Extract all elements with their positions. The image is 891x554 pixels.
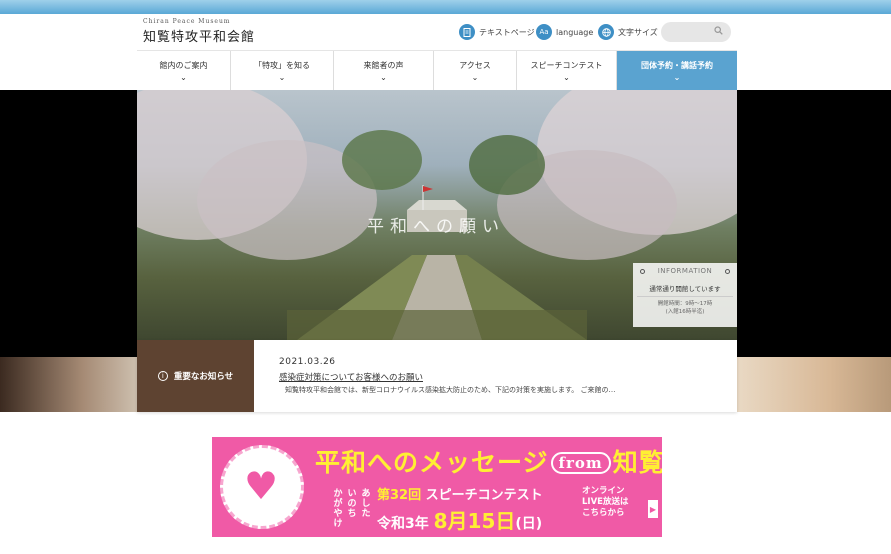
text-page-link[interactable]: テキストページ <box>459 22 535 42</box>
search-input[interactable] <box>661 22 731 42</box>
nav-item-label: 「特攻」を知る <box>254 61 310 70</box>
nav-item-label: アクセス <box>459 61 491 70</box>
chevron-down-icon: ⌄ <box>673 73 681 82</box>
hero-side-image-right <box>737 357 891 412</box>
banner-title-from: from <box>550 452 611 474</box>
date-era: 令和3年 <box>377 516 429 532</box>
information-heading: INFORMATION <box>657 267 713 275</box>
banner-vertical-text: かがやけ <box>333 489 343 529</box>
global-nav: 館内のご案内 ⌄ 「特攻」を知る ⌄ 来館者の声 ⌄ アクセス ⌄ スピーチコン… <box>137 50 737 91</box>
nav-item-voices[interactable]: 来館者の声 ⌄ <box>334 51 434 91</box>
hours-last-entry: (入館16時半迄) <box>665 309 705 315</box>
information-hours: 開館時間：9時～17時 (入館16時半迄) <box>633 300 737 316</box>
nav-item-label: スピーチコンテスト <box>530 61 603 70</box>
banner-vertical-text: あした <box>361 489 371 519</box>
globe-icon <box>598 24 614 40</box>
top-accent-bar <box>0 0 891 14</box>
nav-item-tokko[interactable]: 「特攻」を知る ⌄ <box>231 51 334 91</box>
hours-line: 開館時間：9時～17時 <box>657 301 713 307</box>
nav-item-group-reservation[interactable]: 団体予約・講話予約 ⌄ <box>617 51 737 91</box>
hero-title: 平和への願い <box>367 217 505 237</box>
banner-title: 平和へのメッセージ from 知覧 <box>315 443 662 479</box>
banner-live-link[interactable]: オンライン LIVE放送は こちらから ▶ <box>582 486 660 519</box>
nav-item-label: 団体予約・講話予約 <box>641 61 713 70</box>
arrow-right-icon: ▶ <box>648 500 658 518</box>
speech-contest-banner[interactable]: ♥ 平和へのメッセージ from 知覧 あした いのち かがやけ 第32回 スピーチ… <box>212 437 662 537</box>
nav-item-guide[interactable]: 館内のご案内 ⌄ <box>137 51 231 91</box>
language-icon: Aa <box>536 24 552 40</box>
search-icon[interactable] <box>714 26 723 38</box>
chevron-down-icon: ⌄ <box>471 73 479 82</box>
site-logo[interactable]: Chiran Peace Museum 知覧特攻平和会館 <box>143 18 255 45</box>
information-status: 通常通り開館しています <box>637 279 733 297</box>
language-label: language <box>556 27 594 37</box>
notice-label: i 重要なお知らせ <box>137 340 254 412</box>
banner-title-place: 知覧 <box>612 448 662 477</box>
nav-item-speech-contest[interactable]: スピーチコンテスト ⌄ <box>517 51 617 91</box>
notice-summary: 知覧特攻平和会館では、新型コロナウイルス感染拡大防止のため、下記の対策を実施しま… <box>285 386 616 394</box>
contest-title: スピーチコンテスト <box>425 488 543 503</box>
nav-item-access[interactable]: アクセス ⌄ <box>434 51 517 91</box>
language-link[interactable]: Aa language <box>536 22 593 42</box>
chevron-down-icon: ⌄ <box>563 73 570 82</box>
info-icon: i <box>157 371 168 381</box>
bullet-icon <box>724 268 730 274</box>
heart-hands-icon: ♥ <box>244 464 279 508</box>
date-day: 8月15日 <box>433 509 516 533</box>
bullet-icon <box>640 268 645 274</box>
contest-edition: 第32回 <box>377 488 422 503</box>
banner-date: 令和3年 8月15日(日) <box>377 505 542 534</box>
hero-side-image-left <box>0 357 137 412</box>
logo-japanese: 知覧特攻平和会館 <box>143 30 256 45</box>
important-notice: i 重要なお知らせ 2021.03.26 感染症対策についてお客様へのお願い 知… <box>137 340 737 412</box>
nav-item-label: 来館者の声 <box>363 61 404 70</box>
site-header: Chiran Peace Museum 知覧特攻平和会館 テキストページ Aa … <box>0 14 891 50</box>
logo-english: Chiran Peace Museum <box>143 18 231 25</box>
banner-title-main: 平和へのメッセージ <box>315 448 549 477</box>
banner-vertical-text: いのち <box>347 489 357 519</box>
chevron-down-icon: ⌄ <box>380 73 387 82</box>
nav-item-label: 館内のご案内 <box>159 61 208 70</box>
live-line: オンライン <box>582 486 625 496</box>
text-size-label: 文字サイズ <box>618 27 658 37</box>
text-size-link[interactable]: 文字サイズ <box>598 22 658 42</box>
notice-date: 2021.03.26 <box>279 357 336 367</box>
notice-link[interactable]: 感染症対策についてお客様へのお願い <box>279 371 423 383</box>
notice-label-text: 重要なお知らせ <box>173 372 234 382</box>
chevron-down-icon: ⌄ <box>278 73 286 82</box>
banner-contest-name: 第32回 スピーチコンテスト <box>377 484 543 503</box>
chevron-down-icon: ⌄ <box>180 73 187 82</box>
information-panel[interactable]: INFORMATION 通常通り開館しています 開館時間：9時～17時 (入館1… <box>633 263 737 327</box>
date-weekday: (日) <box>515 516 543 532</box>
document-icon <box>459 24 475 40</box>
text-page-label: テキストページ <box>479 27 535 37</box>
information-header: INFORMATION <box>633 263 737 279</box>
